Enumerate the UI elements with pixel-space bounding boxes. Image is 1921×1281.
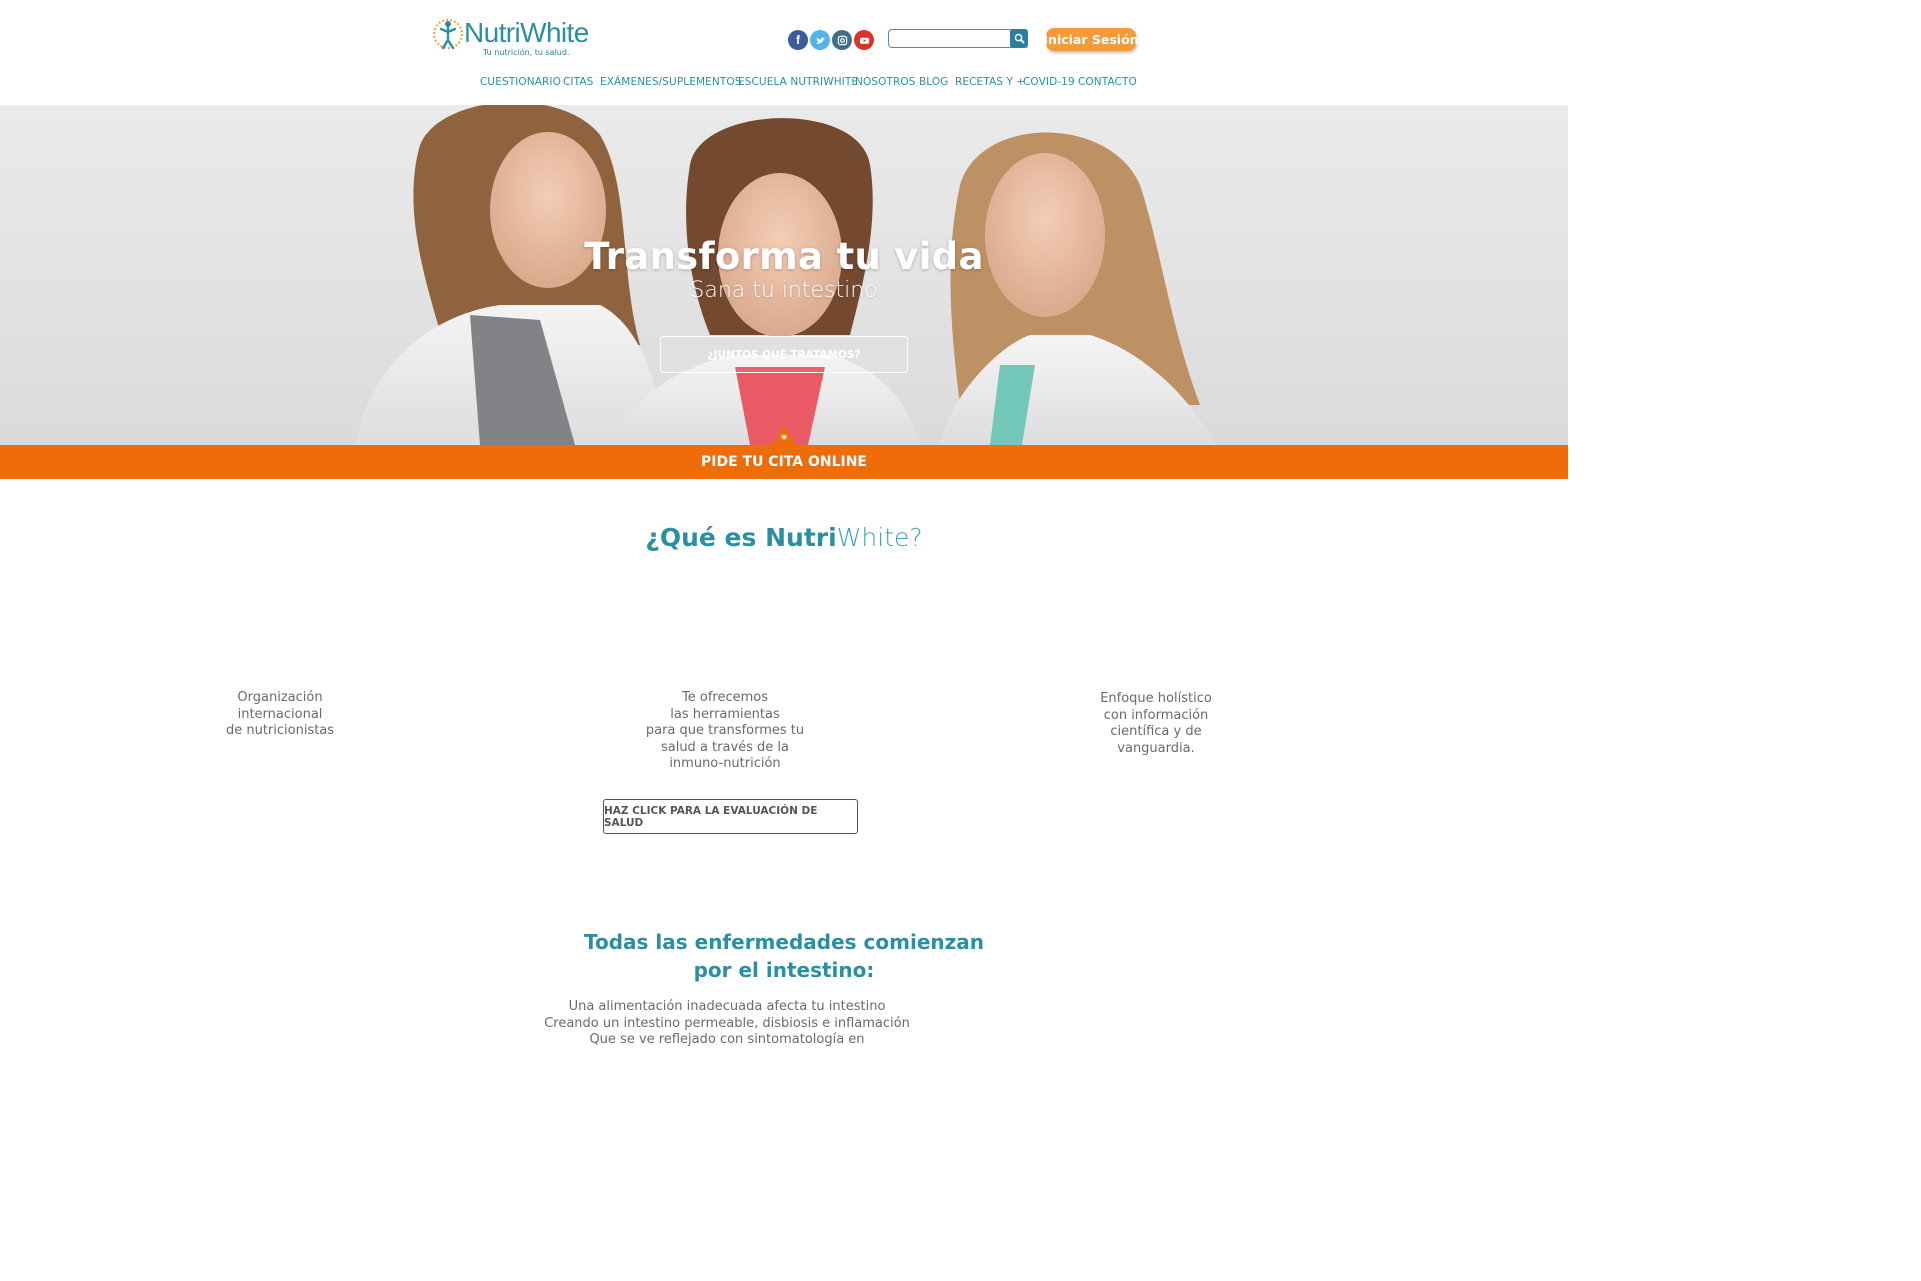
health-evaluation-button[interactable]: HAZ CLICK PARA LA EVALUACIÓN DE SALUD [603,799,858,834]
nutriwhite-logo[interactable]: NutriWhite Tu nutrición, tu salud. [430,16,590,62]
feature-line: inmuno-nutrición [669,756,781,771]
feature-line: salud a través de la [660,739,790,755]
nav-item-blog[interactable]: BLOG [919,76,948,88]
instagram-icon[interactable] [832,30,852,50]
what-is-heading-prefix: ¿Qué es [645,523,766,552]
logo-figure-icon [433,19,463,50]
book-appointment-bar[interactable]: PIDE TU CITA ONLINE [0,445,1568,479]
feature-line: para que transformes tu [645,723,805,738]
hero-subtitle: Sana tu intestino [690,278,878,303]
feature-line: Te ofrecemos [682,690,768,705]
feature-line: las herramientas [670,706,780,722]
cta-star-icon: * [780,432,788,446]
hero-title: Transforma tu vida [584,235,984,278]
feature-line: Enfoque holístico [1100,691,1212,706]
feature-tools: Te ofrecemos las herramientas para que t… [640,690,810,773]
feature-holistic: Enfoque holístico con información cientí… [1076,691,1236,757]
search-box [888,29,1028,48]
nav-item-contacto[interactable]: CONTACTO [1078,76,1137,88]
feature-line: Organización [237,690,323,705]
disease-heading-line: por el intestino: [693,958,875,982]
what-is-heading-light: White? [836,523,923,552]
youtube-icon[interactable] [854,30,874,50]
logo-wordmark: NutriWhite [464,17,589,48]
disease-text-line: Que se ve reflejado con sintomatología e… [589,1032,865,1047]
feature-line: con información [1103,707,1209,723]
feature-line: de nutricionistas [225,723,335,738]
what-is-heading-bold: Nutri [765,523,837,552]
disease-text-line: Una alimentación inadecuada afecta tu in… [568,999,886,1014]
nav-item-cuestionario[interactable]: CUESTIONARIO [480,76,561,88]
search-icon [1014,33,1024,44]
nav-item-covid-19[interactable]: COVID-19 [1023,76,1075,88]
disease-text-line: Creando un intestino permeable, disbiosi… [544,1015,910,1031]
disease-heading-line: Todas las enfermedades comienzan [584,930,984,954]
nav-item-escuela-nutriwhite[interactable]: ESCUELA NUTRIWHITE [738,76,858,88]
logo-tagline: Tu nutrición, tu salud. [483,48,570,57]
search-input[interactable] [888,29,1012,48]
search-button[interactable] [1010,29,1028,48]
disease-heading: Todas las enfermedades comienzan por el … [0,928,1568,984]
book-appointment-label: PIDE TU CITA ONLINE [700,454,867,470]
nav-item-nosotros[interactable]: NOSOTROS [855,76,916,88]
disease-text: Una alimentación inadecuada afecta tu in… [0,999,1454,1049]
site-header: NutriWhite Tu nutrición, tu salud. f Ini… [0,0,1568,105]
nav-item-examenes-suplementos[interactable]: EXÁMENES/SUPLEMENTOS [600,76,741,88]
nav-item-recetas[interactable]: RECETAS Y + [955,76,1025,88]
feature-organization: Organización internacional de nutricioni… [200,690,360,740]
treatments-button[interactable]: ¿JUNTOS QUÉ TRATAMOS? [660,336,908,373]
hero-banner: Transforma tu vida Sana tu intestino ¿JU… [0,105,1568,445]
login-button[interactable]: Iniciar Sesión [1043,28,1139,51]
feature-line: internacional [237,706,323,722]
facebook-icon[interactable]: f [788,30,808,50]
nav-item-citas[interactable]: CITAS [563,76,593,88]
main-nav: CUESTIONARIO CITAS EXÁMENES/SUPLEMENTOS … [0,76,1568,92]
twitter-icon[interactable] [810,30,830,50]
what-is-heading: ¿Qué es NutriWhite? [0,523,1568,552]
feature-line: vanguardia. [1117,740,1195,756]
feature-line: científica y de [1110,724,1202,739]
